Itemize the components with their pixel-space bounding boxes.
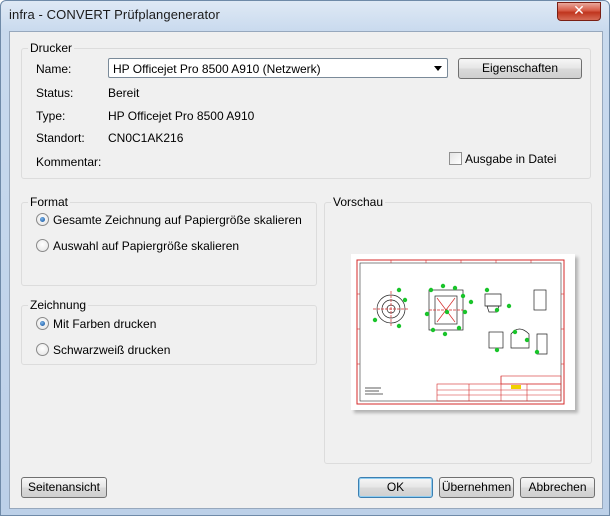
printer-name-select[interactable]: HP Officejet Pro 8500 A910 (Netzwerk) (108, 58, 448, 78)
type-value: HP Officejet Pro 8500 A910 (108, 109, 255, 123)
preview-group: Vorschau (324, 195, 592, 464)
close-icon: ✕ (573, 2, 585, 18)
properties-button[interactable]: Eigenschaften (458, 58, 582, 79)
scale-selection-label[interactable]: Auswahl auf Papiergröße skalieren (53, 239, 239, 253)
print-color-radio[interactable] (36, 317, 49, 330)
apply-button[interactable]: Übernehmen (439, 477, 514, 498)
print-bw-radio[interactable] (36, 343, 49, 356)
scale-whole-drawing-radio[interactable] (36, 213, 49, 226)
print-color-label[interactable]: Mit Farben drucken (53, 317, 156, 331)
format-group-label: Format (28, 195, 71, 209)
print-to-file-checkbox[interactable] (449, 152, 462, 165)
chevron-down-icon (434, 66, 442, 71)
print-preview-page (351, 254, 575, 410)
format-group: Format Gesamte Zeichnung auf Papiergröße… (21, 195, 317, 286)
scale-whole-drawing-label[interactable]: Gesamte Zeichnung auf Papiergröße skalie… (53, 213, 302, 227)
printer-name-label: Name: (36, 62, 72, 76)
print-to-file-label[interactable]: Ausgabe in Datei (465, 152, 556, 166)
printer-name-value: HP Officejet Pro 8500 A910 (Netzwerk) (113, 62, 321, 76)
drawing-group-label: Zeichnung (28, 298, 89, 312)
scale-selection-radio[interactable] (36, 239, 49, 252)
print-dialog-window: infra - CONVERT Prüfplangenerator ✕ Druc… (0, 0, 610, 516)
page-view-button[interactable]: Seitenansicht (21, 477, 107, 498)
preview-group-label: Vorschau (331, 195, 386, 209)
dialog-body: Drucker Name: HP Officejet Pro 8500 A910… (9, 31, 603, 509)
status-label: Status: (36, 86, 74, 100)
ok-button[interactable]: OK (358, 477, 433, 498)
type-label: Type: (36, 109, 66, 123)
printer-group-label: Drucker (28, 41, 75, 55)
status-value: Bereit (108, 86, 140, 100)
drawing-preview-image (356, 259, 565, 405)
title-bar[interactable]: infra - CONVERT Prüfplangenerator ✕ (1, 1, 609, 29)
comment-label: Kommentar: (36, 155, 102, 169)
printer-group: Drucker Name: HP Officejet Pro 8500 A910… (21, 41, 591, 179)
print-bw-label[interactable]: Schwarzweiß drucken (53, 343, 170, 357)
window-title: infra - CONVERT Prüfplangenerator (9, 7, 220, 22)
drawing-group: Zeichnung Mit Farben drucken Schwarzweiß… (21, 298, 317, 365)
location-label: Standort: (36, 131, 85, 145)
location-value: CN0C1AK216 (108, 131, 184, 145)
close-button[interactable]: ✕ (557, 2, 601, 21)
cancel-button[interactable]: Abbrechen (520, 477, 595, 498)
